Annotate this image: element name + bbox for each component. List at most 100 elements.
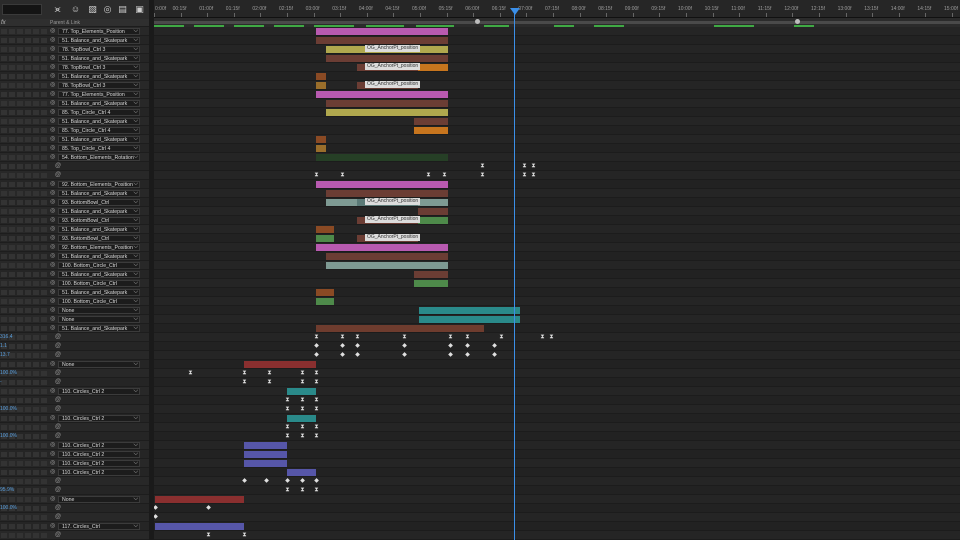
keyframe-icon[interactable]: ◆: [314, 343, 319, 349]
layer-switch[interactable]: [41, 56, 47, 61]
keyframe-icon[interactable]: ⧗: [314, 433, 319, 439]
layer-switch[interactable]: [17, 515, 23, 520]
timeline-track[interactable]: [154, 144, 960, 153]
layer-switch[interactable]: [33, 317, 39, 322]
layer-switch[interactable]: [25, 461, 31, 466]
layer-switch[interactable]: [17, 155, 23, 160]
timeline-track[interactable]: [154, 162, 960, 171]
visibility-switch[interactable]: [9, 290, 15, 295]
parent-select[interactable]: 85. Top_Circle_Ctrl 4 ⌵: [58, 145, 140, 152]
visibility-switch[interactable]: [9, 245, 15, 250]
visibility-switch[interactable]: [9, 344, 15, 349]
layer-switch[interactable]: [41, 74, 47, 79]
layer-switch[interactable]: [41, 470, 47, 475]
timeline-track[interactable]: [154, 234, 960, 243]
layer-switch[interactable]: [33, 209, 39, 214]
layer-switch[interactable]: [33, 281, 39, 286]
layer-switch[interactable]: [41, 65, 47, 70]
layer-switch[interactable]: [25, 497, 31, 502]
layer-duration-bar[interactable]: [316, 145, 326, 152]
layer-switch[interactable]: [25, 353, 31, 358]
layer-switch[interactable]: [33, 416, 39, 421]
layer-switch[interactable]: [25, 128, 31, 133]
layer-switch[interactable]: [17, 38, 23, 43]
visibility-switch[interactable]: [9, 443, 15, 448]
layer-switch[interactable]: [17, 434, 23, 439]
visibility-switch[interactable]: [9, 164, 15, 169]
layer-switch[interactable]: [41, 434, 47, 439]
layer-switch[interactable]: [33, 344, 39, 349]
layer-switch[interactable]: [25, 299, 31, 304]
timeline-track[interactable]: [154, 468, 960, 477]
layer-switch[interactable]: [25, 146, 31, 151]
visibility-switch[interactable]: [9, 497, 15, 502]
parent-select[interactable]: 51. Balance_and_Skatepark ⌵: [58, 118, 140, 125]
layer-switch[interactable]: [41, 209, 47, 214]
visibility-switch[interactable]: [9, 182, 15, 187]
keyframe-icon[interactable]: ◆: [340, 352, 345, 358]
parent-select[interactable]: 54. Bottom_Elements_Rotation ⌵: [58, 154, 140, 161]
layer-switch[interactable]: [25, 29, 31, 34]
work-area-end-handle[interactable]: [475, 19, 480, 24]
expression-pickwhip-icon[interactable]: @: [55, 378, 61, 387]
timeline-track[interactable]: [154, 342, 960, 351]
layer-switch[interactable]: [25, 101, 31, 106]
layer-switch[interactable]: [25, 317, 31, 322]
keyframe-icon[interactable]: ⧗: [300, 424, 305, 430]
layer-duration-bar[interactable]: [326, 55, 448, 62]
layer-switch[interactable]: [17, 236, 23, 241]
layer-switch[interactable]: [25, 236, 31, 241]
visibility-switch[interactable]: [1, 470, 7, 475]
visibility-switch[interactable]: [9, 200, 15, 205]
visibility-switch[interactable]: [1, 74, 7, 79]
visibility-switch[interactable]: [9, 317, 15, 322]
visibility-switch[interactable]: [1, 524, 7, 529]
layer-row[interactable]: ◎ 85. Top_Circle_Ctrl 4 ⌵: [0, 126, 149, 135]
layer-switch[interactable]: [33, 470, 39, 475]
parent-pickwhip-icon[interactable]: ◎: [50, 199, 56, 205]
expression-pickwhip-icon[interactable]: @: [55, 504, 61, 513]
visibility-switch[interactable]: [9, 209, 15, 214]
visibility-switch[interactable]: [9, 119, 15, 124]
timeline-track[interactable]: [154, 63, 960, 72]
layer-switch[interactable]: [33, 119, 39, 124]
layer-switch[interactable]: [33, 434, 39, 439]
keyframe-icon[interactable]: ⧗: [480, 163, 485, 169]
layer-duration-bar[interactable]: [316, 91, 448, 98]
keyframe-icon[interactable]: ⧗: [448, 334, 453, 340]
timeline-track[interactable]: [154, 432, 960, 441]
visibility-switch[interactable]: [9, 263, 15, 268]
timeline-track[interactable]: [154, 504, 960, 513]
keyframe-icon[interactable]: ⧗: [285, 424, 290, 430]
visibility-switch[interactable]: [9, 173, 15, 178]
layer-duration-bar[interactable]: [414, 280, 448, 287]
layer-switch[interactable]: [17, 317, 23, 322]
layer-switch[interactable]: [41, 497, 47, 502]
layer-switch[interactable]: [41, 47, 47, 52]
visibility-switch[interactable]: [9, 227, 15, 232]
layer-switch[interactable]: [41, 119, 47, 124]
layer-duration-bar[interactable]: [244, 460, 287, 467]
layer-switch[interactable]: [17, 101, 23, 106]
timeline-track[interactable]: [154, 288, 960, 297]
layer-switch[interactable]: [25, 173, 31, 178]
visibility-switch[interactable]: [1, 398, 7, 403]
layer-switch[interactable]: [33, 137, 39, 142]
visibility-switch[interactable]: [1, 173, 7, 178]
keyframe-icon[interactable]: ⧗: [242, 532, 247, 538]
visibility-switch[interactable]: [1, 236, 7, 241]
timeline-track[interactable]: [154, 189, 960, 198]
layer-row[interactable]: @316.4: [0, 333, 149, 342]
keyframe-icon[interactable]: ⧗: [300, 487, 305, 493]
parent-pickwhip-icon[interactable]: ◎: [50, 460, 56, 466]
layer-switch[interactable]: [25, 515, 31, 520]
layer-switch[interactable]: [25, 479, 31, 484]
layer-row[interactable]: ◎ 78. TopBowl_Ctrl 3 ⌵: [0, 81, 149, 90]
parent-pickwhip-icon[interactable]: ◎: [50, 244, 56, 250]
keyframe-icon[interactable]: ⧗: [314, 379, 319, 385]
keyframe-icon[interactable]: ⧗: [267, 370, 272, 376]
layer-duration-bar[interactable]: [418, 64, 448, 71]
layer-switch[interactable]: [17, 164, 23, 169]
keyframe-icon[interactable]: ◆: [355, 352, 360, 358]
parent-select[interactable]: 110. Circles_Ctrl 2 ⌵: [58, 469, 140, 476]
